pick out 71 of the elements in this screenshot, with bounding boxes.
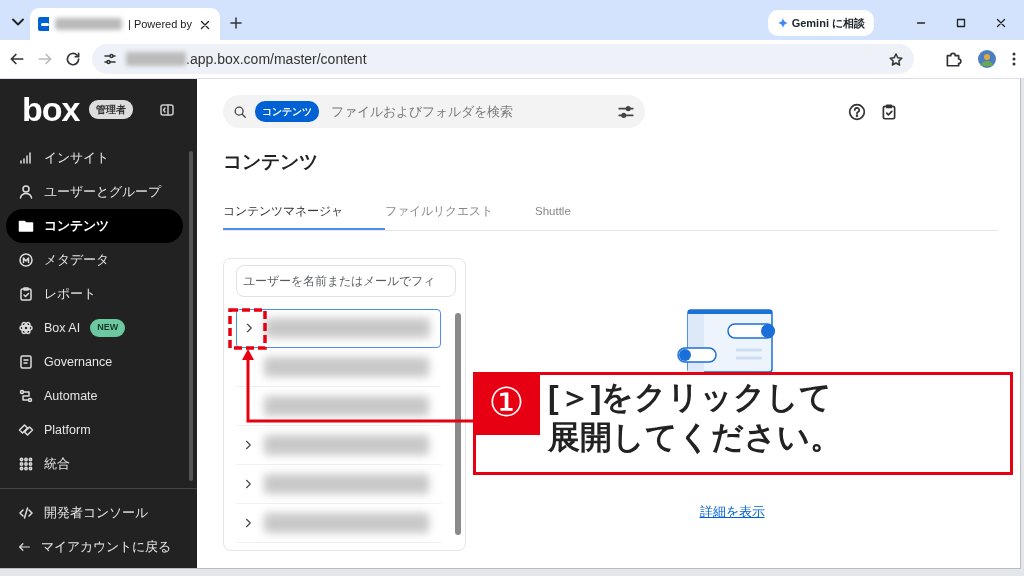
help-icon[interactable] bbox=[848, 102, 866, 121]
sidebar-label: Box AI bbox=[44, 319, 81, 337]
role-badge: 管理者 bbox=[89, 99, 134, 119]
diamond-links-icon bbox=[18, 422, 34, 438]
code-icon bbox=[18, 505, 34, 521]
sidebar-label: メタデータ bbox=[44, 251, 109, 269]
gemini-button[interactable]: Gemini に相談 bbox=[767, 9, 874, 36]
extension-icon[interactable] bbox=[944, 50, 962, 68]
filter-field[interactable]: ユーザーを名前またはメールでフィ bbox=[236, 264, 456, 297]
box-favicon-icon bbox=[38, 17, 49, 31]
search-field[interactable]: コンテンツ ファイルおよびフォルダを検索 bbox=[223, 95, 645, 128]
sidebar-label: Platform bbox=[44, 421, 91, 439]
scope-chip: コンテンツ bbox=[255, 101, 319, 122]
metadata-icon bbox=[18, 252, 34, 268]
close-icon[interactable] bbox=[994, 16, 1008, 30]
grid-icon bbox=[18, 456, 34, 472]
sidebar-label: インサイト bbox=[44, 149, 109, 167]
reload-icon[interactable] bbox=[64, 50, 82, 68]
url-text: .app.box.com/master/content bbox=[186, 49, 367, 69]
sidebar-label: コンテンツ bbox=[44, 217, 109, 235]
user-row[interactable] bbox=[236, 308, 441, 348]
menu-icon[interactable] bbox=[1012, 51, 1016, 67]
workflow-icon bbox=[18, 388, 34, 404]
sidebar-label: Automate bbox=[44, 387, 98, 405]
sidebar-item[interactable]: Platform bbox=[6, 413, 183, 447]
sidebar-item[interactable]: Governance bbox=[6, 345, 183, 379]
star-icon[interactable] bbox=[888, 51, 904, 68]
maximize-icon[interactable] bbox=[954, 16, 968, 30]
logo: box bbox=[22, 92, 80, 126]
document-icon bbox=[18, 354, 34, 370]
sidebar-label: Governance bbox=[44, 353, 113, 371]
sidebar-label: レポート bbox=[44, 285, 96, 303]
redacted-text bbox=[126, 52, 186, 66]
search-placeholder: ファイルおよびフォルダを検索 bbox=[331, 102, 513, 121]
tab-title: | Powered by bbox=[128, 16, 192, 32]
avatar-icon[interactable] bbox=[978, 50, 996, 68]
dashed-highlight bbox=[228, 308, 267, 350]
sidebar-item[interactable]: コンテンツ bbox=[6, 209, 183, 243]
sidebar-item[interactable]: マイアカウントに戻る bbox=[6, 530, 183, 564]
callout-text: [＞]をクリックして 展開してください。 bbox=[547, 378, 842, 457]
sidebar-label: ユーザーとグループ bbox=[44, 183, 161, 201]
sidebar-item[interactable]: Box AI NEW bbox=[6, 311, 183, 345]
new-badge: NEW bbox=[90, 319, 126, 337]
redacted-text bbox=[54, 18, 122, 30]
user-icon bbox=[18, 184, 34, 200]
sidebar-item[interactable]: Automate bbox=[6, 379, 183, 413]
tab[interactable]: コンテンツマネージャ bbox=[223, 202, 385, 230]
step-number: ① bbox=[473, 372, 540, 435]
clipboard-icon bbox=[18, 286, 34, 302]
sidebar-label: 開発者コンソール bbox=[44, 504, 148, 522]
collapse-sidebar-icon[interactable] bbox=[159, 101, 175, 118]
tab[interactable]: ファイルリクエスト bbox=[385, 202, 493, 230]
bar-chart-icon bbox=[18, 150, 34, 166]
atom-icon bbox=[18, 320, 34, 336]
sidebar-item[interactable]: 統合 bbox=[6, 447, 183, 481]
site-settings-icon[interactable] bbox=[102, 51, 118, 67]
sidebar-item[interactable]: メタデータ bbox=[6, 243, 183, 277]
tab[interactable]: Shuttle bbox=[535, 202, 571, 230]
sidebar-label: 統合 bbox=[44, 455, 70, 473]
new-tab-icon[interactable] bbox=[228, 15, 244, 32]
details-link[interactable]: 詳細を表示 bbox=[699, 501, 765, 522]
address-bar[interactable]: .app.box.com/master/content bbox=[92, 44, 914, 74]
sidebar-item[interactable]: レポート bbox=[6, 277, 183, 311]
sidebar-label: マイアカウントに戻る bbox=[41, 538, 171, 556]
clipboard-check-icon[interactable] bbox=[880, 102, 898, 121]
search-icon bbox=[233, 104, 247, 119]
sidebar-item[interactable]: ユーザーとグループ bbox=[6, 175, 183, 209]
folder-icon bbox=[18, 218, 34, 234]
sidebar-item[interactable]: 開発者コンソール bbox=[6, 496, 183, 530]
page-title: コンテンツ bbox=[223, 150, 319, 174]
sidebar-item[interactable]: インサイト bbox=[6, 141, 183, 175]
